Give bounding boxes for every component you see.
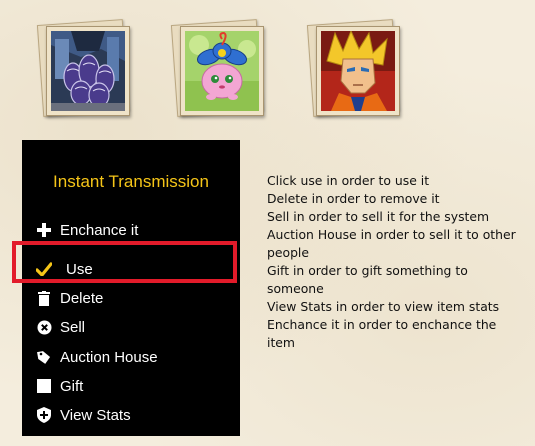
help-line: item — [267, 335, 295, 350]
card-front — [180, 26, 264, 116]
menu-item-label: Delete — [60, 289, 104, 307]
help-line: Click use in order to use it — [267, 173, 430, 188]
help-line: people — [267, 245, 309, 260]
help-line: View Stats in order to view item stats — [267, 299, 500, 314]
help-line: Sell in order to sell it for the system — [267, 209, 490, 224]
card-front — [46, 26, 130, 116]
menu-item-label: Sell — [60, 318, 86, 336]
gift-button[interactable]: Gift — [36, 374, 83, 398]
help-line: Gift in order to gift something to — [267, 263, 468, 278]
card-art-pink-flower-creature — [185, 31, 259, 111]
menu-item-label: Use — [66, 260, 93, 278]
help-line: someone — [267, 281, 324, 296]
help-line: Auction House in order to sell it to oth… — [267, 227, 516, 242]
help-line: Delete in order to remove it — [267, 191, 440, 206]
item-card-3[interactable] — [306, 19, 402, 118]
view-stats-button[interactable]: View Stats — [36, 403, 131, 427]
auction-house-button[interactable]: Auction House — [36, 345, 158, 369]
use-button[interactable]: Use — [36, 257, 93, 281]
item-card-2[interactable] — [170, 19, 266, 118]
plus-icon — [36, 222, 52, 238]
menu-item-label: Gift — [60, 377, 84, 395]
card-art-shadow-tentacles — [51, 31, 125, 111]
menu-item-label: View Stats — [60, 406, 131, 424]
card-front — [316, 26, 400, 116]
check-icon — [36, 261, 52, 277]
help-text: Click use in order to use it Delete in o… — [267, 172, 529, 352]
enchance-it-button[interactable]: Enchance it — [36, 218, 138, 242]
help-line: Enchance it in order to enchance the — [267, 317, 497, 332]
sell-button[interactable]: Sell — [36, 315, 85, 339]
square-icon — [36, 378, 52, 394]
trash-icon — [36, 290, 52, 306]
menu-item-label: Enchance it — [60, 221, 139, 239]
shield-icon — [36, 407, 52, 423]
delete-button[interactable]: Delete — [36, 286, 103, 310]
menu-item-label: Auction House — [60, 348, 158, 366]
card-art-blonde-warrior — [321, 31, 395, 111]
x-circle-icon — [36, 319, 52, 335]
item-card-1[interactable] — [36, 19, 132, 118]
tag-icon — [36, 349, 52, 365]
menu-title: Instant Transmission — [53, 172, 209, 191]
